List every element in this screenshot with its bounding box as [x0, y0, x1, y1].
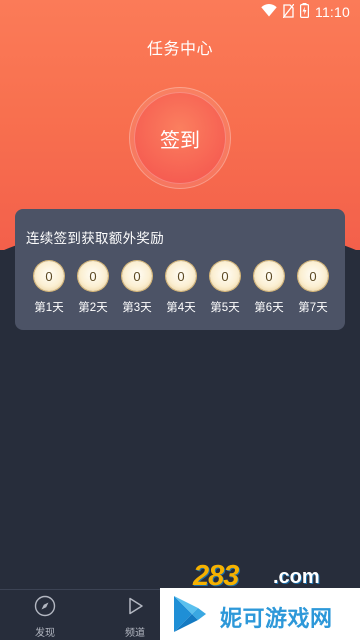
streak-reward-card: 连续签到获取额外奖励 0 第1天 0 第2天 0 第3天 0 第4天 0 第5天 [15, 209, 345, 330]
streak-day-5: 0 第5天 [207, 261, 243, 315]
streak-day-7: 0 第7天 [295, 261, 331, 315]
no-sim-icon [282, 3, 295, 21]
day-label: 第4天 [166, 302, 196, 314]
compass-icon [34, 595, 56, 617]
day-label: 第3天 [122, 302, 152, 314]
day-label: 第6天 [254, 302, 284, 314]
page-title: 任务中心 [146, 41, 213, 58]
day-label: 第7天 [298, 302, 328, 314]
nav-item-discover[interactable]: 发现 [15, 595, 75, 639]
streak-day-6: 0 第6天 [251, 261, 287, 315]
wifi-icon [261, 4, 277, 20]
status-bar: 11:10 [0, 0, 360, 24]
coin-badge: 0 [298, 261, 328, 291]
watermark-brand-name: 妮可游戏网 [220, 606, 333, 631]
battery-charging-icon [300, 3, 310, 21]
coin-badge: 0 [34, 261, 64, 291]
checkin-button[interactable]: 签到 [134, 92, 226, 184]
nav-item-channel[interactable]: 频道 [105, 595, 165, 639]
nav-label-channel: 频道 [125, 628, 145, 639]
streak-day-4: 0 第4天 [163, 261, 199, 315]
coin-badge: 0 [78, 261, 108, 291]
streak-day-3: 0 第3天 [119, 261, 155, 315]
streak-day-1: 0 第1天 [31, 261, 67, 315]
streak-days: 0 第1天 0 第2天 0 第3天 0 第4天 0 第5天 0 第6天 0 第7… [31, 261, 331, 315]
coin-badge: 0 [254, 261, 284, 291]
day-label: 第1天 [34, 302, 64, 314]
coin-badge: 0 [210, 261, 240, 291]
coin-badge: 0 [166, 261, 196, 291]
play-icon [124, 595, 146, 617]
play-store-logo-icon [166, 592, 210, 636]
day-label: 第2天 [78, 302, 108, 314]
status-icons: 11:10 [261, 3, 350, 21]
streak-day-2: 0 第2天 [75, 261, 111, 315]
watermark-site-suffix: .com [273, 566, 320, 588]
task-center-screen: 11:10 任务中心 签到 连续签到获取额外奖励 0 第1天 0 第2天 0 第… [0, 0, 360, 640]
coin-badge: 0 [122, 261, 152, 291]
status-time: 11:10 [315, 4, 350, 20]
checkin-ring: 签到 [130, 88, 230, 188]
streak-reward-title: 连续签到获取额外奖励 [26, 231, 164, 246]
day-label: 第5天 [210, 302, 240, 314]
nav-label-discover: 发现 [35, 628, 55, 639]
